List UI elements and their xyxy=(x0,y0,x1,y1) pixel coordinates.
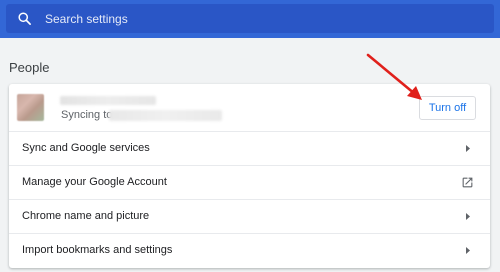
row-sync-google-services[interactable]: Sync and Google services xyxy=(9,131,490,165)
search-icon[interactable] xyxy=(17,11,32,26)
avatar xyxy=(17,94,44,121)
row-label: Manage your Google Account xyxy=(22,176,167,188)
top-bar: Search settings xyxy=(0,0,500,38)
search-input[interactable]: Search settings xyxy=(45,12,128,26)
row-label: Sync and Google services xyxy=(22,142,150,154)
row-import-bookmarks[interactable]: Import bookmarks and settings xyxy=(9,233,490,267)
section-title-people: People xyxy=(9,60,50,75)
search-box[interactable]: Search settings xyxy=(6,4,494,33)
people-card: Syncing to Turn off Sync and Google serv… xyxy=(9,84,490,268)
chevron-right-icon xyxy=(466,145,470,152)
open-in-new-icon[interactable] xyxy=(461,176,474,189)
account-name-redacted xyxy=(60,96,156,105)
sync-status-label: Syncing to xyxy=(61,109,113,121)
row-label: Import bookmarks and settings xyxy=(22,244,173,256)
account-email-redacted xyxy=(109,110,222,121)
annotation-arrow-icon xyxy=(366,53,422,100)
row-manage-google-account[interactable]: Manage your Google Account xyxy=(9,165,490,199)
chevron-right-icon xyxy=(466,213,470,220)
row-label: Chrome name and picture xyxy=(22,210,150,222)
chevron-right-icon xyxy=(466,247,470,254)
row-chrome-name-picture[interactable]: Chrome name and picture xyxy=(9,199,490,233)
